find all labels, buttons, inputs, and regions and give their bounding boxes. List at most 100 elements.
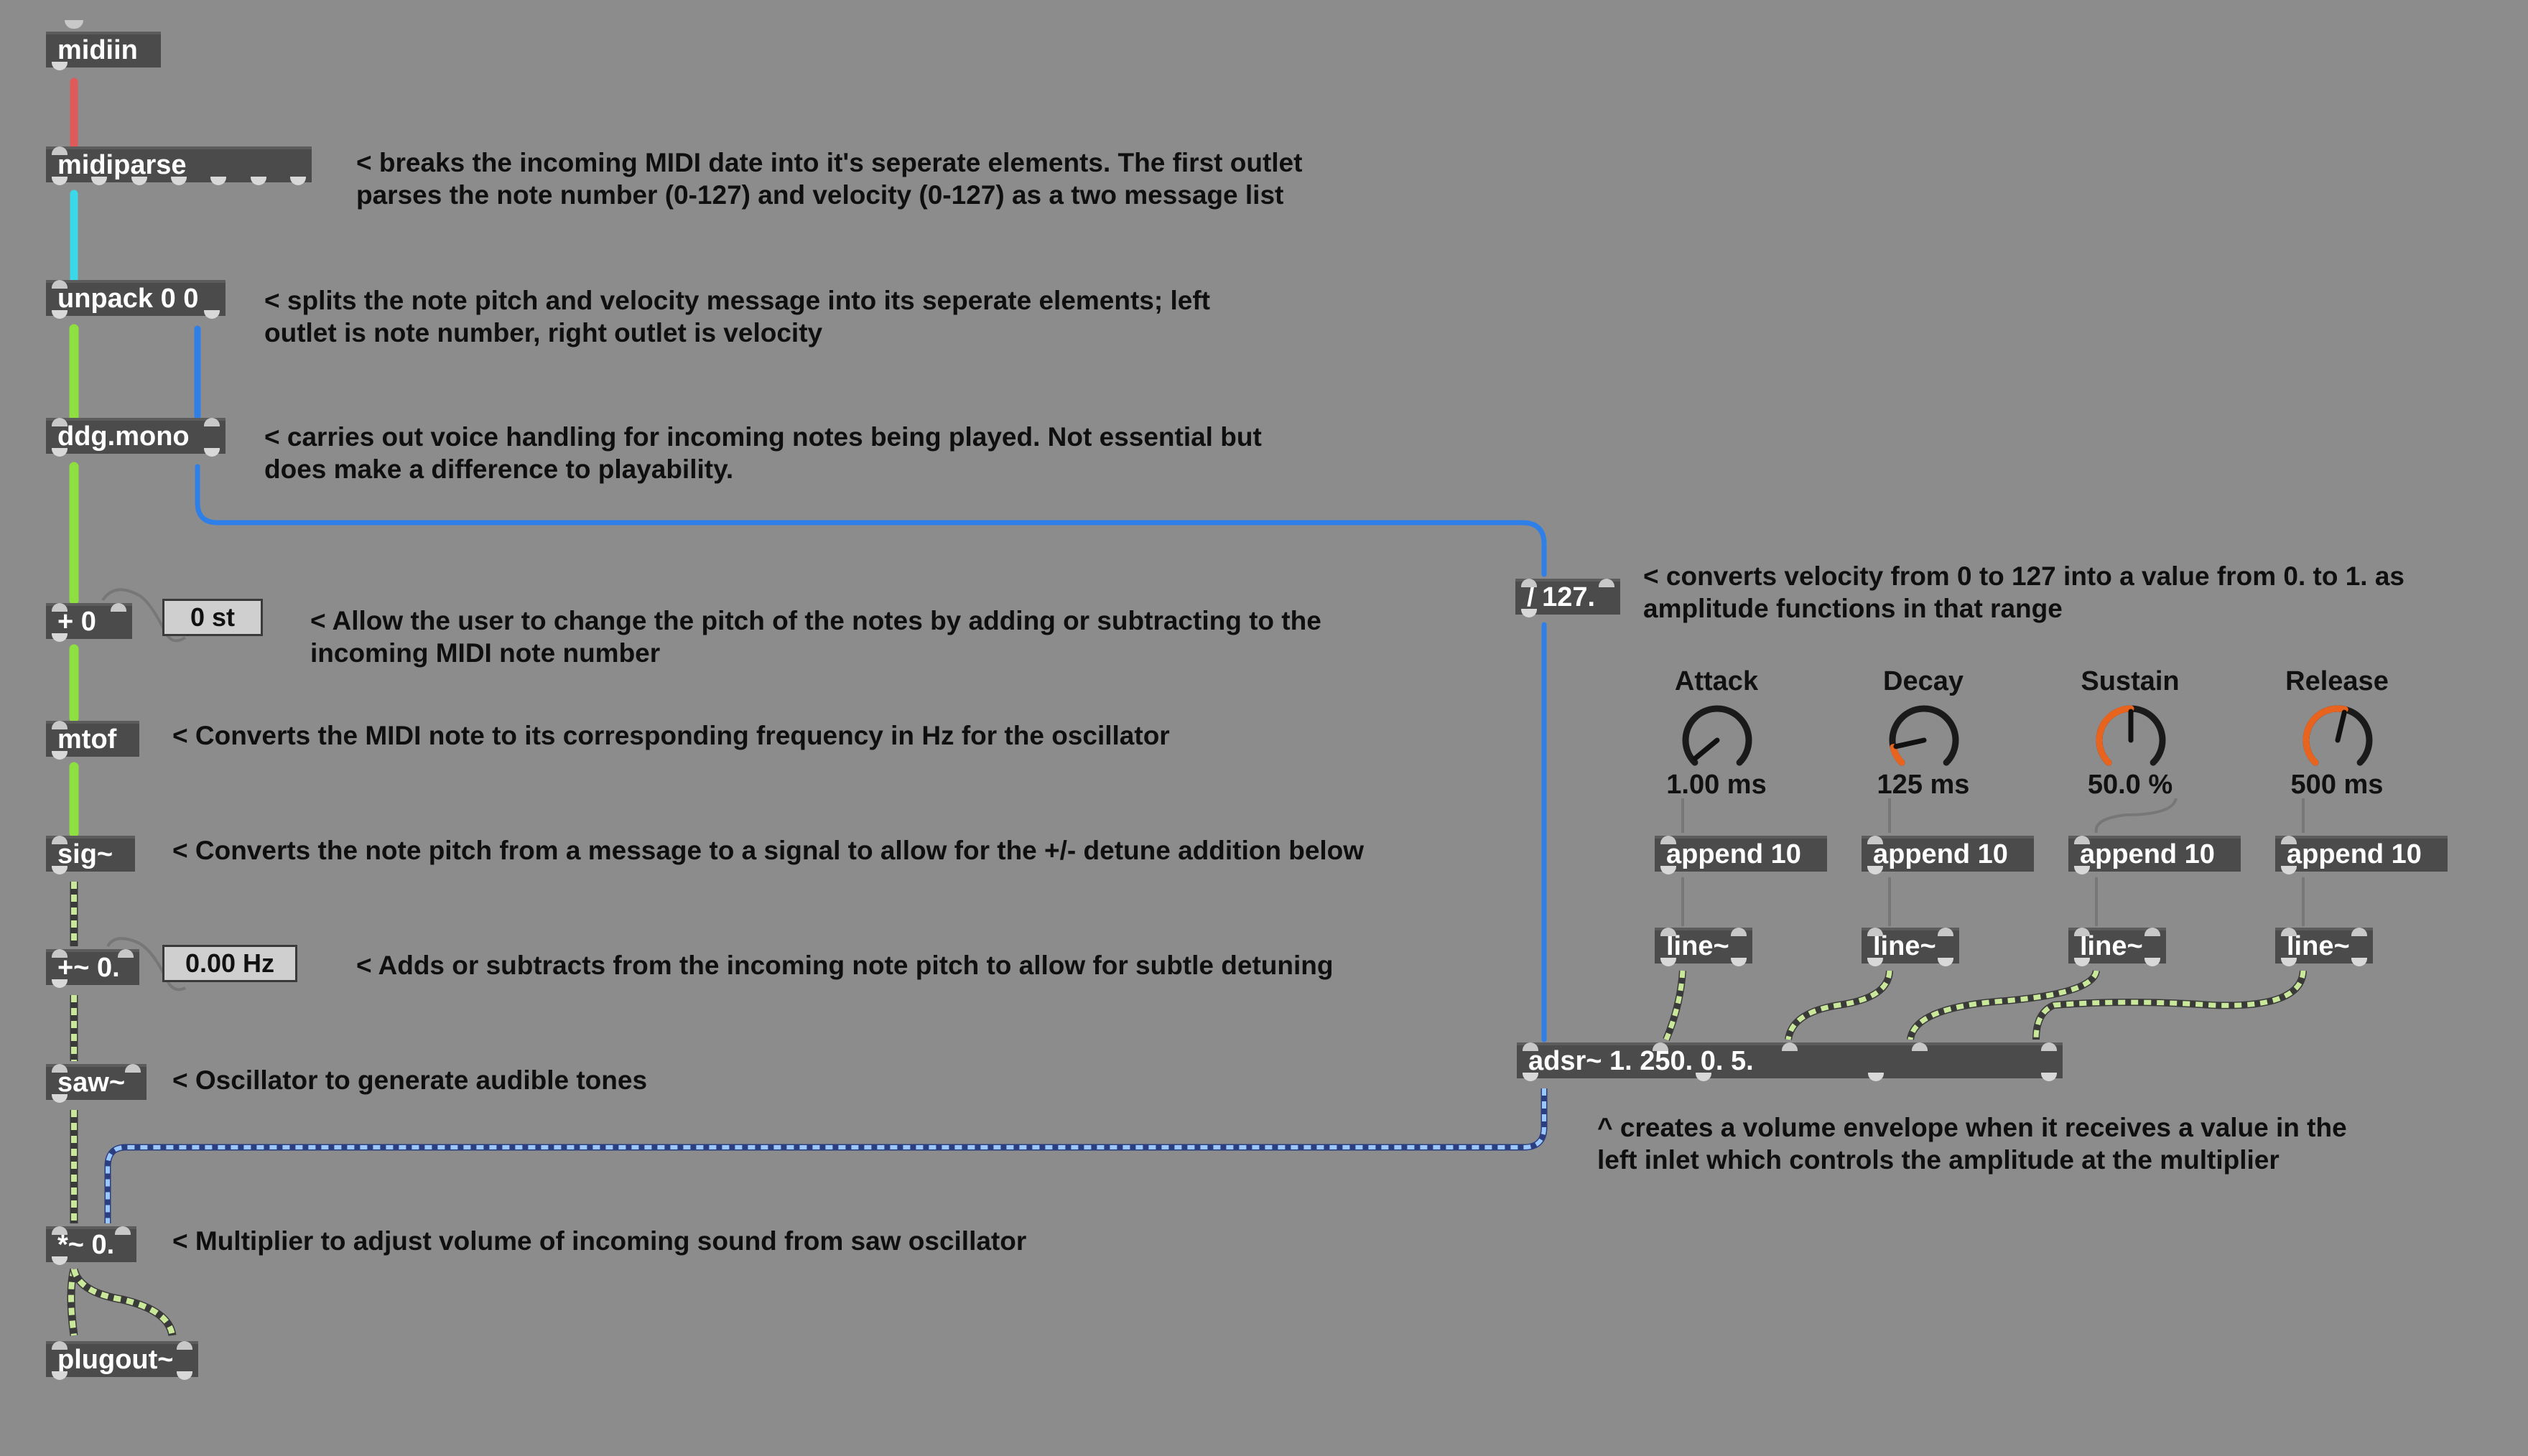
inlet-port[interactable]	[2074, 928, 2090, 936]
plus-sig-object[interactable]: +~ 0.	[46, 949, 139, 988]
midiin-object[interactable]: midiin	[46, 32, 161, 70]
outlet-port[interactable]	[210, 177, 227, 185]
outlet-port[interactable]	[52, 177, 68, 185]
line-release-object[interactable]: line~	[2275, 928, 2373, 966]
div127-object[interactable]: / 127.	[1515, 579, 1620, 617]
inlet-port[interactable]	[1523, 1042, 1538, 1051]
line-decay-object[interactable]: line~	[1862, 928, 1959, 966]
plus0-object[interactable]: + 0	[46, 603, 132, 642]
outlet-port[interactable]	[131, 177, 147, 185]
inlet-port[interactable]	[2351, 928, 2367, 936]
inlet-port[interactable]	[1660, 928, 1676, 936]
decay-dial[interactable]	[1885, 701, 1964, 780]
append-sustain-object[interactable]: append 10	[2068, 836, 2241, 874]
line-sustain-object[interactable]: line~	[2068, 928, 2166, 966]
inlet-port[interactable]	[1911, 1042, 1928, 1051]
inlet-port[interactable]	[204, 418, 220, 426]
inlet-port[interactable]	[177, 1341, 192, 1350]
detune-numbox[interactable]: 0.00 Hz	[162, 945, 297, 982]
inlet-port[interactable]	[52, 280, 68, 289]
inlet-port[interactable]	[2144, 928, 2160, 936]
inlet-port[interactable]	[1938, 928, 1953, 936]
outlet-port[interactable]	[1868, 1073, 1885, 1081]
outlet-port[interactable]	[52, 979, 68, 988]
plugout-object[interactable]: plugout~	[46, 1341, 198, 1380]
line-attack-object[interactable]: line~	[1655, 928, 1752, 966]
inlet-port[interactable]	[1521, 579, 1537, 587]
outlet-port[interactable]	[52, 448, 68, 457]
midiparse-object[interactable]: midiparse	[46, 146, 312, 185]
inlet-port[interactable]	[1660, 836, 1676, 844]
outlet-port[interactable]	[1731, 958, 1747, 966]
inlet-port[interactable]	[1652, 1042, 1668, 1051]
outlet-port[interactable]	[1695, 1073, 1711, 1081]
outlet-port[interactable]	[204, 448, 220, 457]
inlet-port[interactable]	[1782, 1042, 1798, 1051]
inlet-port[interactable]	[118, 949, 134, 958]
outlet-port[interactable]	[52, 62, 68, 70]
append-decay-object[interactable]: append 10	[1862, 836, 2034, 874]
inlet-port[interactable]	[1867, 836, 1883, 844]
inlet-port[interactable]	[125, 1064, 141, 1073]
outlet-port[interactable]	[177, 1371, 192, 1380]
outlet-port[interactable]	[2144, 958, 2160, 966]
outlet-port[interactable]	[1660, 958, 1676, 966]
outlet-port[interactable]	[52, 1371, 68, 1380]
inlet-port[interactable]	[1599, 579, 1614, 587]
outlet-port[interactable]	[91, 177, 108, 185]
inlet-port[interactable]	[52, 603, 68, 612]
outlet-port[interactable]	[2041, 1073, 2057, 1081]
unpack-object[interactable]: unpack 0 0	[46, 280, 226, 319]
outlet-port[interactable]	[1867, 866, 1883, 874]
mult-object[interactable]: *~ 0.	[46, 1226, 136, 1265]
outlet-port[interactable]	[52, 1094, 68, 1103]
inlet-port[interactable]	[52, 836, 68, 844]
inlet-port[interactable]	[52, 1064, 68, 1073]
inlet-port[interactable]	[1867, 928, 1883, 936]
outlet-port[interactable]	[52, 310, 68, 319]
outlet-port[interactable]	[52, 751, 68, 760]
outlet-port[interactable]	[1521, 609, 1537, 617]
sustain-dial[interactable]	[2091, 701, 2170, 780]
inlet-port[interactable]	[52, 418, 68, 426]
inlet-port[interactable]	[2281, 836, 2297, 844]
outlet-port[interactable]	[290, 177, 306, 185]
sig-object[interactable]: sig~	[46, 836, 135, 874]
outlet-port[interactable]	[1867, 958, 1883, 966]
inlet-port[interactable]	[115, 1226, 131, 1235]
outlet-port[interactable]	[1523, 1073, 1538, 1081]
outlet-port[interactable]	[204, 310, 220, 319]
inlet-port[interactable]	[1731, 928, 1747, 936]
inlet-port[interactable]	[2041, 1042, 2057, 1051]
outlet-port[interactable]	[2074, 958, 2090, 966]
attack-dial[interactable]	[1678, 701, 1757, 780]
inlet-port[interactable]	[52, 721, 68, 729]
outlet-port[interactable]	[1660, 866, 1676, 874]
patcher-canvas[interactable]: midiin midiparse unpack 0 0 ddg.mono + 0…	[0, 0, 2528, 1456]
outlet-port[interactable]	[1938, 958, 1953, 966]
adsr-object[interactable]: adsr~ 1. 250. 0. 5.	[1517, 1042, 2063, 1081]
outlet-port[interactable]	[2351, 958, 2367, 966]
inlet-port[interactable]	[52, 949, 68, 958]
outlet-port[interactable]	[52, 866, 68, 874]
outlet-port[interactable]	[2281, 958, 2297, 966]
outlet-port[interactable]	[250, 177, 266, 185]
release-dial[interactable]	[2298, 701, 2377, 780]
outlet-port[interactable]	[2074, 866, 2090, 874]
outlet-port[interactable]	[2281, 866, 2297, 874]
inlet-port[interactable]	[52, 1341, 68, 1350]
outlet-port[interactable]	[52, 633, 68, 642]
inlet-port[interactable]	[52, 1226, 68, 1235]
inlet-port[interactable]	[111, 603, 126, 612]
pitch-offset-numbox[interactable]: 0 st	[162, 599, 263, 636]
ddg-mono-object[interactable]: ddg.mono	[46, 418, 226, 457]
inlet-port[interactable]	[52, 146, 68, 155]
append-attack-object[interactable]: append 10	[1655, 836, 1827, 874]
inlet-port[interactable]	[2074, 836, 2090, 844]
outlet-port[interactable]	[171, 177, 187, 185]
append-release-object[interactable]: append 10	[2275, 836, 2448, 874]
inlet-port[interactable]	[2281, 928, 2297, 936]
mtof-object[interactable]: mtof	[46, 721, 139, 760]
outlet-port[interactable]	[52, 1256, 68, 1265]
saw-object[interactable]: saw~	[46, 1064, 147, 1103]
